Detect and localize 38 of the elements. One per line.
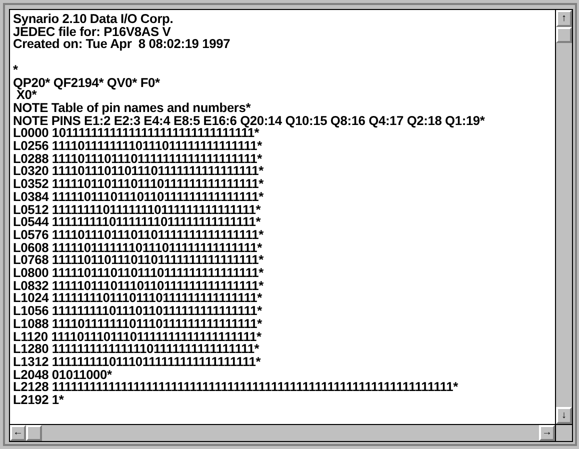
text-line: L0800 11111011101101110111111111111111* (13, 267, 264, 280)
scroll-thumb[interactable] (26, 425, 42, 441)
text-line: L1056 11111111101110110111111111111111* (13, 305, 262, 318)
text-line: L1024 11111111011101110111111111111111* (13, 292, 262, 306)
text-line: NOTE Table of pin names and numbers* (13, 102, 251, 115)
text-line: L1088 11110111111101110111111111111111* (13, 318, 262, 331)
text-line: L0576 11110111011101101111111111111111* (13, 228, 264, 242)
text-line: X0* (16, 89, 37, 102)
text-line: L2128 1111111111111111111111111111111111111111111111111111111111111111* (13, 381, 458, 394)
text-line: L2192 1* (13, 394, 64, 407)
text-line: L0320 11110111011011101111111111111111* (13, 165, 264, 178)
text-line: L1120 11110111011101111111111111111111* (13, 330, 262, 344)
scroll-left-button[interactable]: ← (10, 425, 26, 441)
text-line: * (13, 64, 18, 76)
text-line: QP20* QF2194* QV0* F0* (13, 76, 160, 90)
text-line: L0256 11110111111110111011111111111111* (13, 140, 262, 153)
text-line: L0384 11111011101110110111111111111111* (13, 190, 264, 204)
horizontal-scrollbar[interactable]: ← → (10, 425, 555, 441)
text-line: L0000 10111111111111111111111111111111* (13, 127, 260, 140)
text-line: L0832 11111011101110110111111111111111* (13, 280, 264, 292)
scroll-right-button[interactable]: → (539, 425, 555, 441)
text-line: L0768 11111011011101101111111111111111* (13, 254, 264, 268)
text-line: L0512 11111111011111110111111111111111* (13, 204, 261, 216)
text-line: Created on: Tue Apr 8 08:02:19 1997 (13, 38, 230, 52)
text-line: L0288 11110111011101111111111111111111* (13, 152, 262, 166)
scroll-down-button[interactable]: ↓ (556, 407, 572, 424)
text-line: L2048 01011000* (13, 368, 112, 382)
scroll-thumb[interactable] (556, 27, 572, 43)
vertical-scrollbar[interactable]: ↑ ↓ (555, 10, 572, 424)
text-line: L1280 11111111111111101111111111111111* (13, 343, 260, 356)
text-line: NOTE PINS E1:2 E2:3 E4:4 E8:5 E16:6 Q20:14 Q10:15 Q8:16 Q4:17 Q2:18 Q1:19* (13, 114, 485, 128)
text-line: L0544 11111111101111111011111111111111* (13, 216, 261, 229)
text-line: L0608 11111011111110111011111111111111* (13, 242, 262, 254)
scroll-up-button[interactable]: ↑ (556, 10, 572, 27)
text-line: L0352 11111011011101110111111111111111* (13, 178, 264, 191)
text-line: Synario 2.10 Data I/O Corp. (13, 13, 174, 26)
text-line: JEDEC file for: P16V8AS V (13, 26, 171, 38)
text-line: L1312 11111111101110111111111111111111* (13, 356, 261, 369)
